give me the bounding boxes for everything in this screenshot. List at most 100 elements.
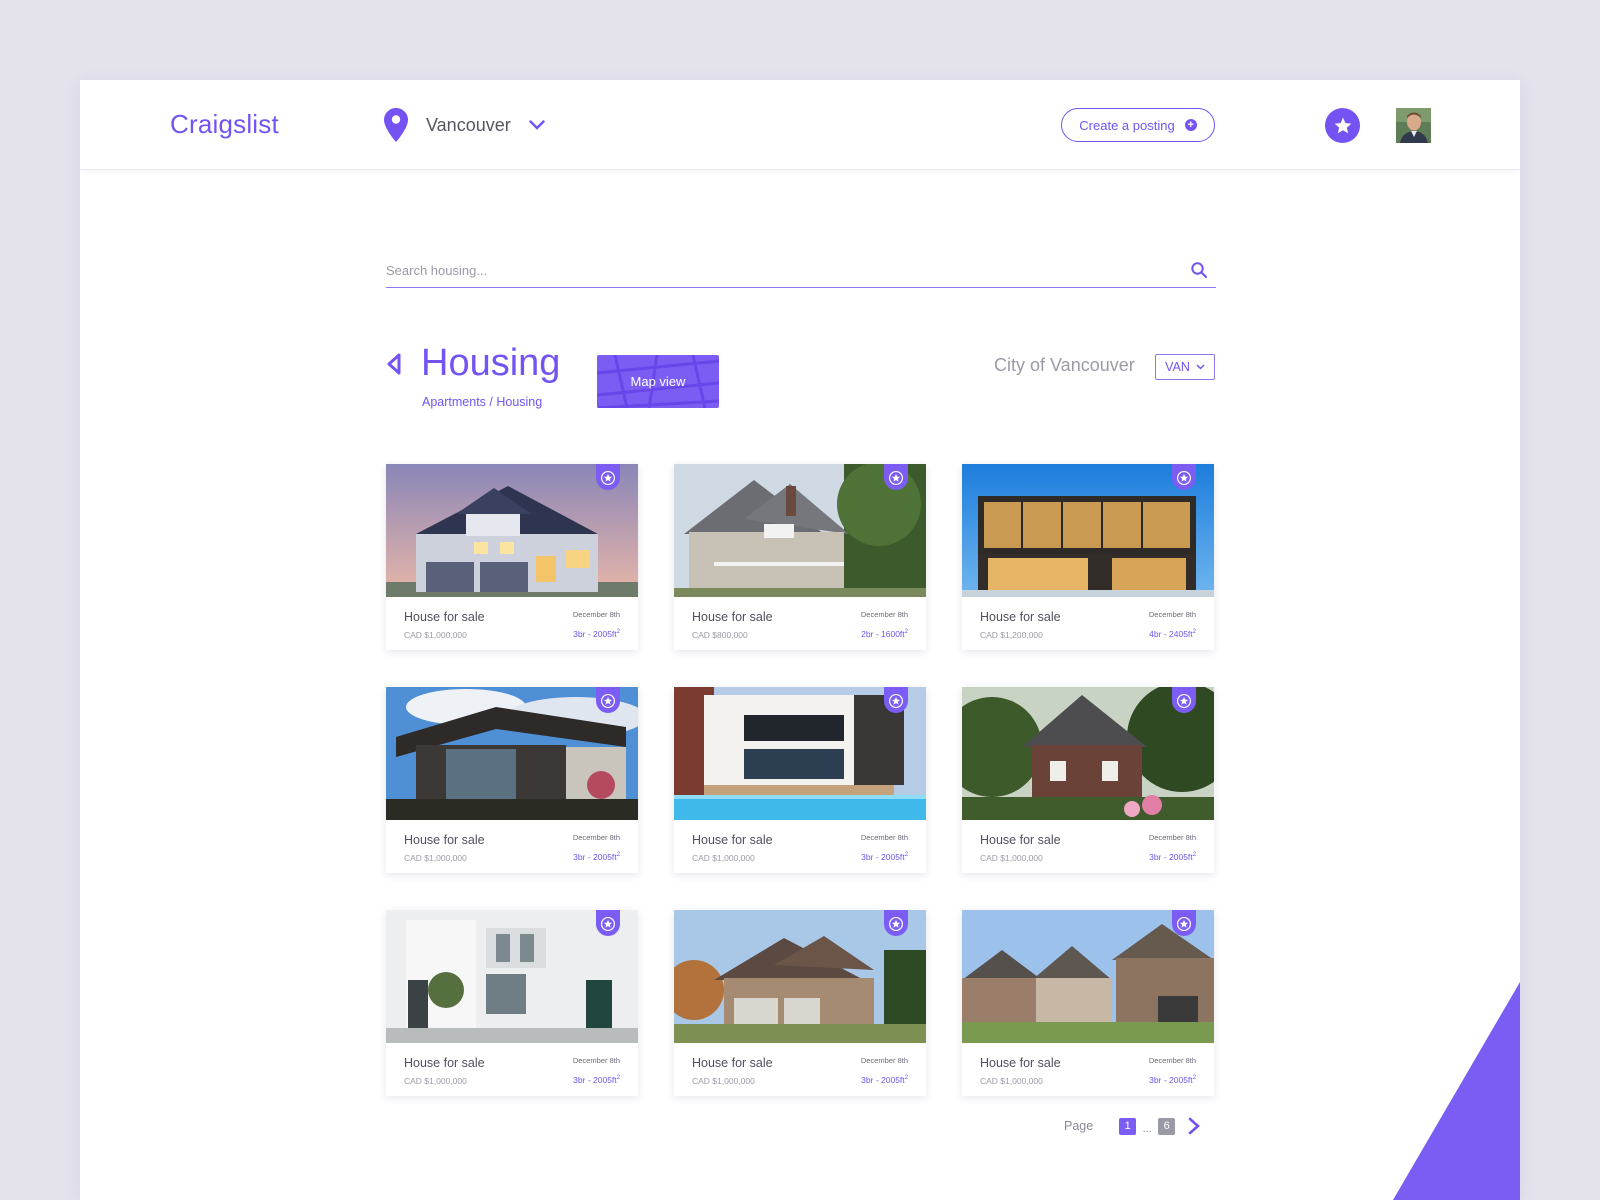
region-code: VAN — [1165, 360, 1190, 374]
region-dropdown[interactable]: VAN — [1155, 354, 1215, 380]
listing-title: House for sale — [404, 610, 485, 624]
back-arrow-icon[interactable] — [386, 352, 402, 376]
star-icon — [889, 471, 903, 485]
listing-spec-text: 3br - 2005ft — [573, 1075, 617, 1085]
listing-card[interactable]: House for sale CAD $1,200,000 December 8… — [962, 464, 1214, 650]
listing-spec: 3br - 2005ft2 — [861, 852, 908, 862]
listing-date: December 8th — [572, 833, 620, 842]
star-icon — [601, 471, 615, 485]
listing-card[interactable]: House for sale CAD $1,000,000 December 8… — [674, 687, 926, 873]
listing-spec: 3br - 2005ft2 — [1149, 852, 1196, 862]
listing-title: House for sale — [692, 833, 773, 847]
star-icon — [601, 917, 615, 931]
star-icon — [1177, 471, 1191, 485]
favorite-bookmark[interactable] — [1172, 464, 1196, 490]
favorite-bookmark[interactable] — [596, 687, 620, 713]
listing-title: House for sale — [404, 833, 485, 847]
favorite-bookmark[interactable] — [1172, 910, 1196, 936]
listing-spec-sup: 2 — [616, 629, 620, 636]
star-icon — [889, 917, 903, 931]
star-icon — [1177, 694, 1191, 708]
listing-card[interactable]: House for sale CAD $1,000,000 December 8… — [962, 687, 1214, 873]
listing-spec-text: 4br - 2405ft — [1149, 629, 1193, 639]
create-posting-button[interactable]: Create a posting + — [1061, 108, 1215, 142]
star-icon — [1334, 117, 1351, 133]
listing-spec-text: 3br - 2005ft — [1149, 852, 1193, 862]
pagination: Page 1 ... 6 — [1064, 1116, 1201, 1136]
listing-spec-sup: 2 — [904, 1075, 908, 1082]
star-icon — [1177, 917, 1191, 931]
favorite-bookmark[interactable] — [884, 464, 908, 490]
create-posting-label: Create a posting — [1079, 117, 1175, 133]
listing-card[interactable]: House for sale CAD $1,000,000 December 8… — [386, 910, 638, 1096]
page-ellipsis: ... — [1142, 1123, 1152, 1135]
avatar-image — [1396, 108, 1431, 143]
page-button-current[interactable]: 1 — [1119, 1117, 1137, 1135]
listing-card[interactable]: House for sale CAD $1,000,000 December 8… — [386, 464, 638, 650]
listing-title: House for sale — [980, 610, 1061, 624]
breadcrumb-apartments[interactable]: Apartments — [422, 395, 486, 409]
user-avatar[interactable] — [1396, 108, 1431, 143]
listing-spec: 4br - 2405ft2 — [1149, 629, 1196, 639]
favorite-bookmark[interactable] — [884, 910, 908, 936]
logo[interactable]: Craigslist — [170, 109, 279, 140]
favorite-bookmark[interactable] — [884, 687, 908, 713]
listing-title: House for sale — [692, 1056, 773, 1070]
listing-price: CAD $1,000,000 — [404, 630, 467, 640]
listing-date: December 8th — [1148, 1056, 1196, 1065]
top-bar: Craigslist Vancouver Create a posting + — [80, 80, 1520, 170]
favorites-button[interactable] — [1325, 108, 1360, 143]
listing-spec: 3br - 2005ft2 — [573, 1075, 620, 1085]
page-button-last[interactable]: 6 — [1158, 1117, 1176, 1135]
listing-spec-text: 3br - 2005ft — [861, 852, 905, 862]
listing-price: CAD $1,000,000 — [980, 853, 1043, 863]
listing-spec: 3br - 2005ft2 — [861, 1075, 908, 1085]
breadcrumb-housing[interactable]: Housing — [496, 395, 542, 409]
listing-spec: 3br - 2005ft2 — [573, 852, 620, 862]
map-view-button[interactable]: Map view — [597, 355, 719, 408]
favorite-bookmark[interactable] — [1172, 687, 1196, 713]
listing-spec: 2br - 1600ft2 — [861, 629, 908, 639]
map-view-label: Map view — [630, 374, 686, 389]
location-label: Vancouver — [426, 114, 511, 135]
listing-date: December 8th — [572, 1056, 620, 1065]
listing-price: CAD $1,000,000 — [692, 853, 755, 863]
app-window: Craigslist Vancouver Create a posting + — [80, 80, 1520, 1200]
listing-spec-text: 3br - 2005ft — [861, 1075, 905, 1085]
listing-card[interactable]: House for sale CAD $1,000,000 December 8… — [962, 910, 1214, 1096]
plus-circle-icon: + — [1184, 119, 1197, 131]
listing-date: December 8th — [860, 610, 908, 619]
favorite-bookmark[interactable] — [596, 464, 620, 490]
search-input[interactable] — [386, 256, 1166, 284]
listing-spec-sup: 2 — [904, 629, 908, 636]
listing-price: CAD $1,000,000 — [692, 1076, 755, 1086]
search-icon[interactable] — [1190, 261, 1208, 279]
location-selector[interactable]: Vancouver — [384, 108, 545, 142]
listing-spec: 3br - 2005ft2 — [573, 629, 620, 639]
listing-spec: 3br - 2005ft2 — [1149, 1075, 1196, 1085]
listing-date: December 8th — [1148, 610, 1196, 619]
page-label: Page — [1064, 1119, 1094, 1133]
listing-spec-sup: 2 — [1192, 1075, 1196, 1082]
page-title: Housing — [421, 342, 561, 384]
listing-date: December 8th — [572, 610, 620, 619]
listing-spec-sup: 2 — [1192, 629, 1196, 636]
listing-spec-text: 3br - 2005ft — [1149, 1075, 1193, 1085]
listing-title: House for sale — [980, 833, 1061, 847]
listing-spec-sup: 2 — [1192, 852, 1196, 859]
listing-date: December 8th — [860, 1056, 908, 1065]
map-pin-icon — [384, 108, 408, 142]
listing-card[interactable]: House for sale CAD $1,000,000 December 8… — [674, 910, 926, 1096]
listing-title: House for sale — [980, 1056, 1061, 1070]
listing-date: December 8th — [1148, 833, 1196, 842]
listing-title: House for sale — [404, 1056, 485, 1070]
chevron-right-icon[interactable] — [1187, 1117, 1201, 1135]
favorite-bookmark[interactable] — [596, 910, 620, 936]
region-label: City of Vancouver — [994, 355, 1135, 375]
listing-price: CAD $1,000,000 — [404, 1076, 467, 1086]
breadcrumb-separator: / — [485, 395, 497, 409]
listing-card[interactable]: House for sale CAD $800,000 December 8th… — [674, 464, 926, 650]
star-icon — [889, 694, 903, 708]
listing-card[interactable]: House for sale CAD $1,000,000 December 8… — [386, 687, 638, 873]
listing-date: December 8th — [860, 833, 908, 842]
